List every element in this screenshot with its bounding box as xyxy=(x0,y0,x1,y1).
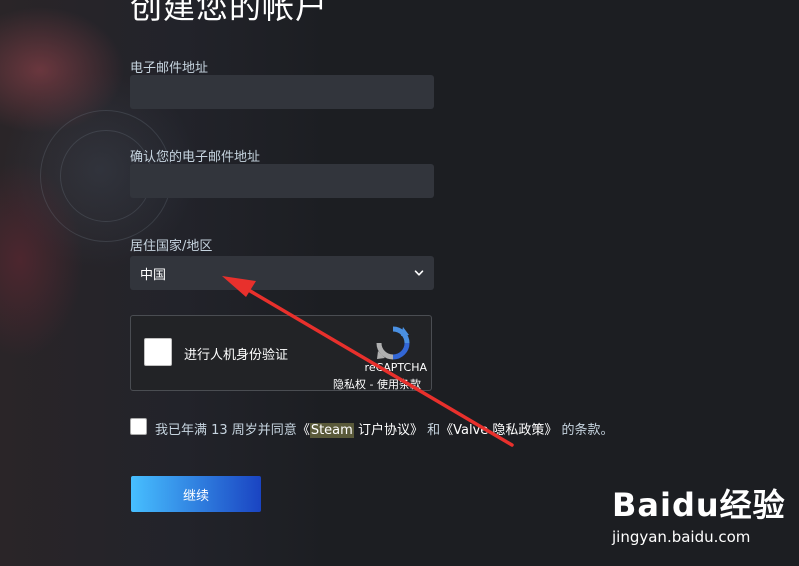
recaptcha-widget: 进行人机身份验证 reCAPTCHA 隐私权 - 使用条款 xyxy=(130,315,432,391)
country-select-value: 中国 xyxy=(140,267,167,283)
agreement-suffix: 的条款。 xyxy=(561,423,614,438)
recaptcha-privacy-link[interactable]: 隐私权 xyxy=(333,378,366,391)
agreement-checkbox[interactable] xyxy=(130,418,147,435)
valve-privacy-policy-link[interactable]: 《Valve 隐私政策》 xyxy=(440,423,557,438)
recaptcha-logo-icon xyxy=(376,326,410,360)
baidu-jingyan-watermark: Baidu经验 jingyan.baidu.com xyxy=(612,480,794,552)
confirm-email-label: 确认您的电子邮件地址 xyxy=(130,150,261,165)
recaptcha-link-separator: - xyxy=(366,378,377,391)
email-label: 电子邮件地址 xyxy=(130,61,209,76)
confirm-email-field[interactable] xyxy=(130,164,434,198)
steam-highlight: Steam xyxy=(309,423,354,438)
recaptcha-brand: reCAPTCHA xyxy=(364,361,427,374)
agreement-text: 我已年满 13 周岁并同意《Steam 订户协议》 和《Valve 隐私政策》 … xyxy=(155,419,614,438)
recaptcha-label: 进行人机身份验证 xyxy=(184,348,289,363)
steam-subscriber-agreement-link[interactable]: 《Steam 订户协议》 xyxy=(297,423,423,438)
email-field[interactable] xyxy=(130,75,434,109)
country-select[interactable]: 中国 xyxy=(130,256,434,290)
chevron-down-icon xyxy=(414,270,424,276)
page-title: 创建您的帐户 xyxy=(130,0,329,26)
watermark-brand: Baidu经验 xyxy=(612,486,786,524)
recaptcha-checkbox[interactable] xyxy=(144,338,172,366)
recaptcha-terms-link[interactable]: 使用条款 xyxy=(377,378,421,391)
agreement-prefix: 我已年满 13 周岁并同意 xyxy=(155,423,297,438)
watermark-url: jingyan.baidu.com xyxy=(612,528,751,546)
agreement-and: 和 xyxy=(427,423,441,438)
country-label: 居住国家/地区 xyxy=(130,239,213,254)
recaptcha-links: 隐私权 - 使用条款 xyxy=(333,376,421,392)
continue-button[interactable]: 继续 xyxy=(131,476,261,512)
